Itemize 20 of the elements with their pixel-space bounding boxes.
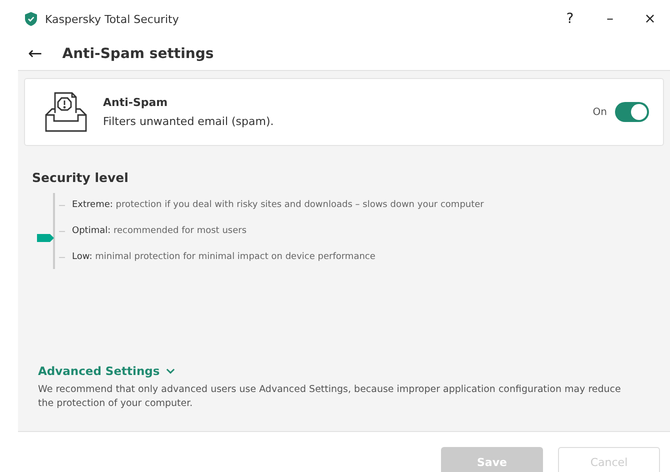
component-description: Filters unwanted email (spam). (103, 115, 275, 128)
window-title: Kaspersky Total Security (45, 12, 179, 26)
toggle-switch[interactable] (615, 102, 649, 122)
advanced-settings-link[interactable]: Advanced Settings (38, 364, 175, 378)
inbox-warning-icon (45, 91, 89, 133)
level-option[interactable]: Optimal: recommended for most users (72, 226, 247, 236)
section-title: Security level (32, 170, 130, 185)
component-name: Anti-Spam (103, 96, 169, 109)
shield-icon (25, 12, 37, 26)
window-control[interactable]: × (630, 11, 670, 27)
chevron-down-icon (166, 368, 175, 374)
slider-thumb[interactable] (37, 234, 55, 242)
window-control[interactable]: – (590, 11, 630, 27)
level-option[interactable]: Extreme: protection if you deal with risky sites and downloads – slows down your computer (72, 200, 484, 210)
switch-label: On (592, 106, 607, 118)
advanced-note: We recommend that only advanced users use Advanced Settings, because improper application configuration may reduce the protection of your computer. (38, 383, 622, 411)
level-option[interactable]: Low: minimal protection for minimal impact on device performance (72, 252, 376, 262)
back-button[interactable]: ← (28, 44, 42, 64)
page-title: Anti-Spam settings (62, 46, 214, 62)
window-control[interactable]: ? (550, 11, 590, 27)
